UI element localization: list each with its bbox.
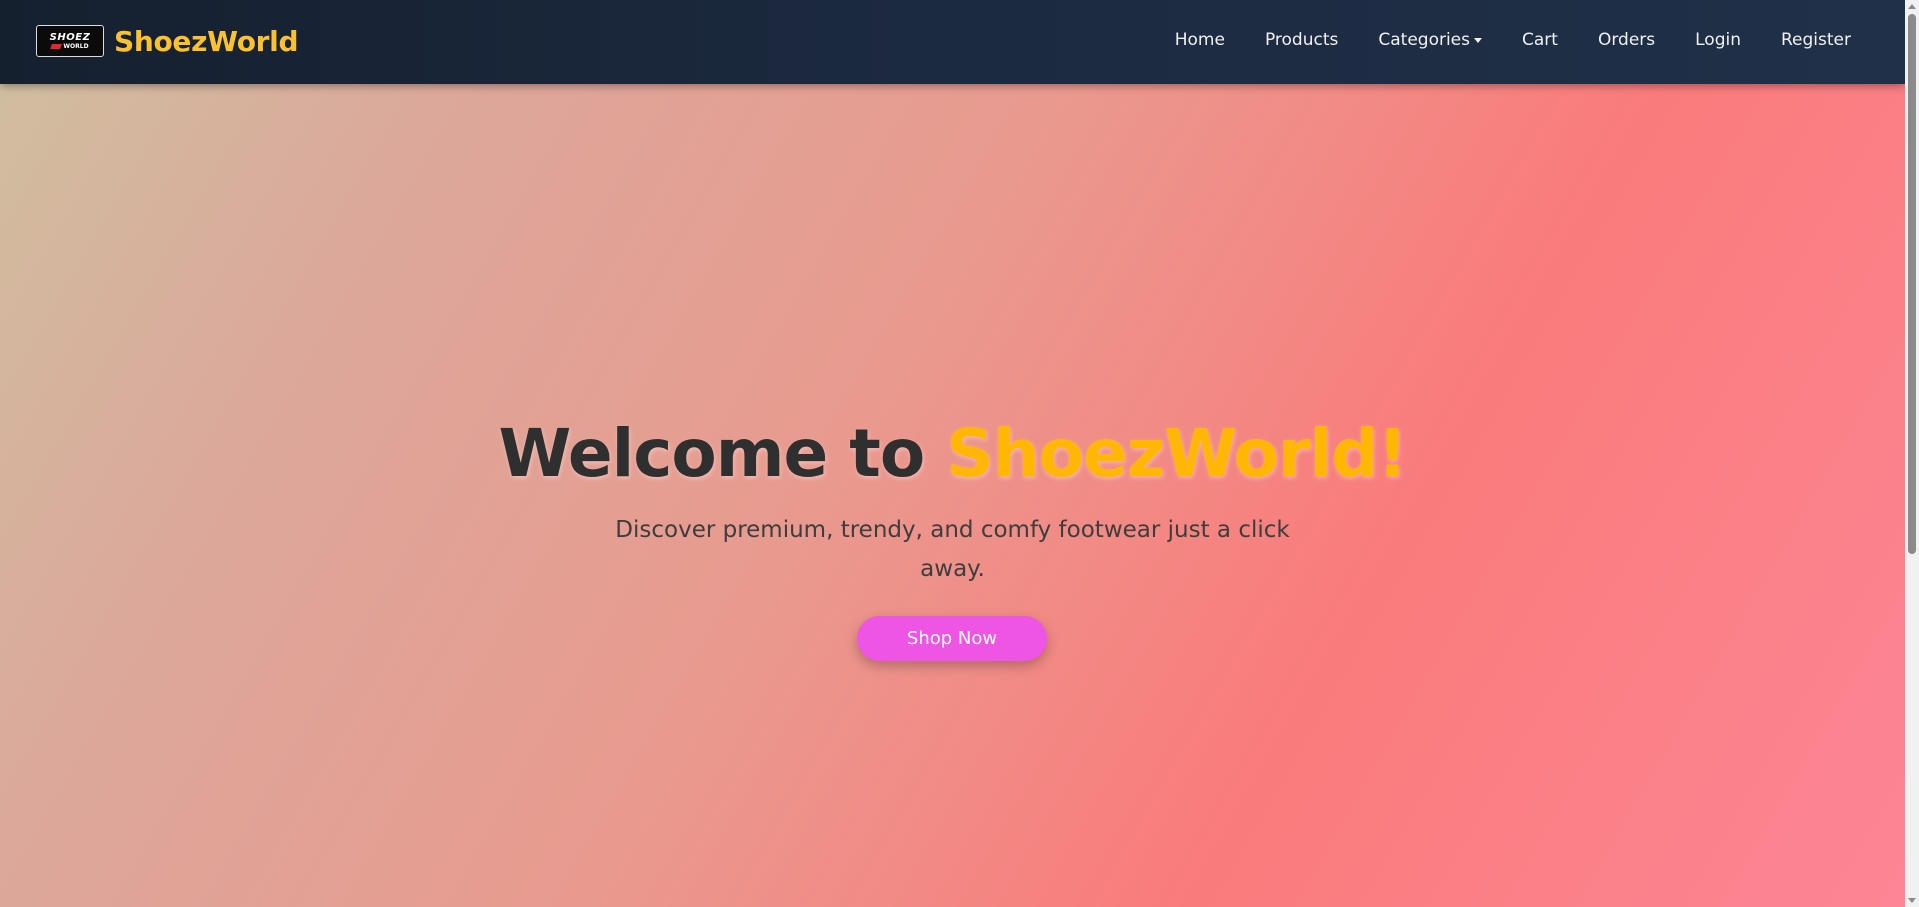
- nav-item-categories-label: Categories: [1378, 30, 1470, 50]
- page: SHOEZ WORLD ShoezWorld Home Products Cat…: [0, 0, 1919, 907]
- hero-title-prefix: Welcome to: [498, 415, 947, 492]
- hero-title: Welcome to ShoezWorld!: [0, 414, 1905, 494]
- nav-item-home[interactable]: Home: [1155, 30, 1245, 50]
- logo-text-top: SHOEZ: [49, 31, 91, 43]
- nav-item-cart[interactable]: Cart: [1502, 30, 1578, 50]
- logo-bottom-row: WORLD: [50, 42, 89, 50]
- nav-item-orders[interactable]: Orders: [1578, 30, 1675, 50]
- nav-item-categories[interactable]: Categories: [1358, 30, 1502, 50]
- logo-text-bottom: WORLD: [63, 42, 89, 50]
- brand-link[interactable]: SHOEZ WORLD ShoezWorld: [36, 24, 299, 58]
- vertical-scrollbar[interactable]: [1905, 0, 1919, 907]
- navbar: SHOEZ WORLD ShoezWorld Home Products Cat…: [0, 0, 1905, 84]
- shop-now-button[interactable]: Shop Now: [857, 616, 1047, 661]
- caret-down-icon: [1474, 37, 1482, 43]
- scroll-up-arrow-icon[interactable]: [1908, 4, 1916, 9]
- nav-item-login[interactable]: Login: [1675, 30, 1761, 50]
- hero-section: Welcome to ShoezWorld! Discover premium,…: [0, 84, 1905, 907]
- brand-logo: SHOEZ WORLD: [36, 25, 104, 57]
- logo-stripe: [50, 44, 63, 49]
- brand-name: ShoezWorld: [114, 24, 299, 58]
- hero-title-accent: ShoezWorld!: [946, 415, 1407, 492]
- scroll-down-arrow-icon[interactable]: [1908, 898, 1916, 903]
- nav-menu: Home Products Categories Cart Orders Log…: [1155, 0, 1871, 80]
- nav-item-register[interactable]: Register: [1761, 30, 1871, 50]
- scrollbar-thumb[interactable]: [1908, 14, 1916, 554]
- hero-subtitle: Discover premium, trendy, and comfy foot…: [615, 517, 1290, 582]
- nav-item-products[interactable]: Products: [1245, 30, 1358, 50]
